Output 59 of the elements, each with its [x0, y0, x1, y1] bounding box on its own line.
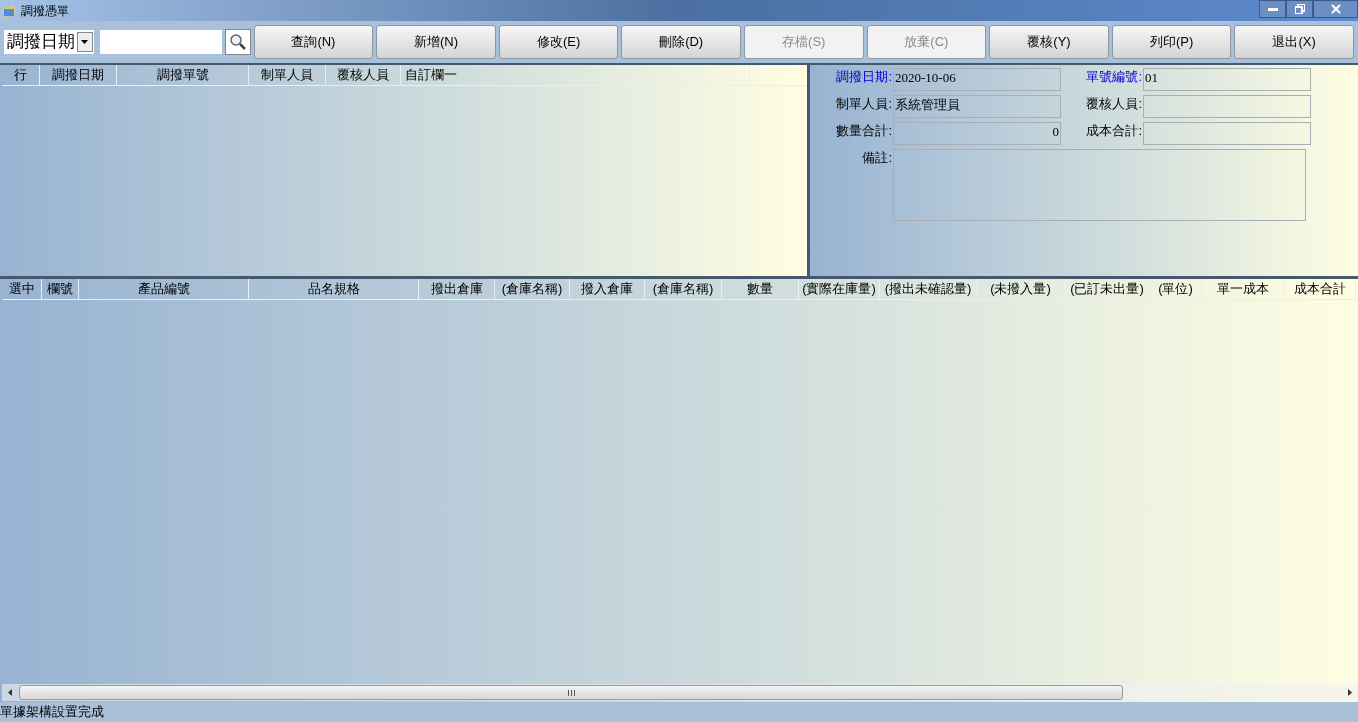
- search-field-dropdown[interactable]: 調撥日期: [4, 30, 94, 54]
- caret-icon: [76, 32, 93, 52]
- scrollbar-thumb[interactable]: [19, 685, 1123, 700]
- input-field[interactable]: [1143, 122, 1311, 145]
- grip-icon: [567, 689, 575, 696]
- column-header[interactable]: 欄號: [42, 279, 79, 299]
- column-header[interactable]: 制單人員: [249, 65, 326, 85]
- field-label: 備註:: [861, 149, 892, 167]
- column-header[interactable]: 成本合計: [1284, 279, 1356, 299]
- column-header[interactable]: (實際在庫量): [799, 279, 880, 299]
- toolbar-button[interactable]: 修改(E): [498, 25, 619, 59]
- column-header[interactable]: 撥入倉庫: [570, 279, 645, 299]
- app-icon: [1, 2, 17, 19]
- column-header[interactable]: 行: [2, 65, 40, 85]
- column-header[interactable]: (倉庫名稱): [495, 279, 570, 299]
- search-icon: [228, 33, 247, 51]
- toolbar-button[interactable]: 退出(X): [1234, 25, 1354, 59]
- column-header[interactable]: 調撥單號: [117, 65, 249, 85]
- window-title: 調撥憑單: [21, 2, 69, 20]
- close-icon: [1330, 4, 1341, 14]
- column-header[interactable]: 產品編號: [79, 279, 249, 299]
- toolbar-button[interactable]: 覆核(Y): [989, 25, 1109, 59]
- column-header[interactable]: 品名規格: [249, 279, 419, 299]
- toolbar-button[interactable]: 新增(N): [376, 25, 496, 59]
- status-text: 單據架構設置完成: [0, 703, 104, 721]
- close-button[interactable]: [1313, 0, 1358, 18]
- restore-button[interactable]: [1286, 0, 1313, 18]
- minimize-icon: [1267, 7, 1278, 11]
- column-header[interactable]: 覆核人員: [326, 65, 401, 85]
- column-header[interactable]: (已訂未出量): [1065, 279, 1150, 299]
- toolbar-button[interactable]: 列印(P): [1111, 25, 1232, 59]
- minimize-button[interactable]: [1259, 0, 1286, 18]
- toolbar-button[interactable]: 刪除(D): [621, 25, 741, 59]
- input-field[interactable]: 系統管理員: [893, 95, 1061, 118]
- column-header[interactable]: (未撥入量): [977, 279, 1065, 299]
- column-header[interactable]: 撥出倉庫: [419, 279, 495, 299]
- field-label: 調撥日期:: [835, 68, 892, 86]
- field-label: 覆核人員:: [1085, 95, 1142, 113]
- column-header[interactable]: 自訂欄一: [401, 65, 750, 85]
- column-header[interactable]: 數量: [722, 279, 799, 299]
- field-label: 數量合計:: [835, 122, 892, 140]
- column-header[interactable]: 調撥日期: [40, 65, 117, 85]
- notes-field[interactable]: [893, 149, 1306, 221]
- field-label: 制單人員:: [835, 95, 892, 113]
- field-label: 成本合計:: [1085, 122, 1142, 140]
- field-label: 單號編號:: [1085, 68, 1142, 86]
- column-header[interactable]: 單一成本: [1202, 279, 1284, 299]
- column-header[interactable]: 選中: [2, 279, 42, 299]
- search-input[interactable]: [99, 30, 222, 54]
- search-button[interactable]: [224, 29, 251, 55]
- input-field[interactable]: 2020-10-06: [893, 68, 1061, 91]
- input-field[interactable]: 01: [1143, 68, 1311, 91]
- restore-icon: [1294, 4, 1305, 14]
- input-field[interactable]: [1143, 95, 1311, 118]
- column-header[interactable]: (倉庫名稱): [645, 279, 722, 299]
- column-header[interactable]: (單位): [1150, 279, 1202, 299]
- toolbar-button[interactable]: 查詢(N): [253, 25, 374, 59]
- input-field[interactable]: 0: [893, 122, 1061, 145]
- column-header[interactable]: (撥出未確認量): [880, 279, 977, 299]
